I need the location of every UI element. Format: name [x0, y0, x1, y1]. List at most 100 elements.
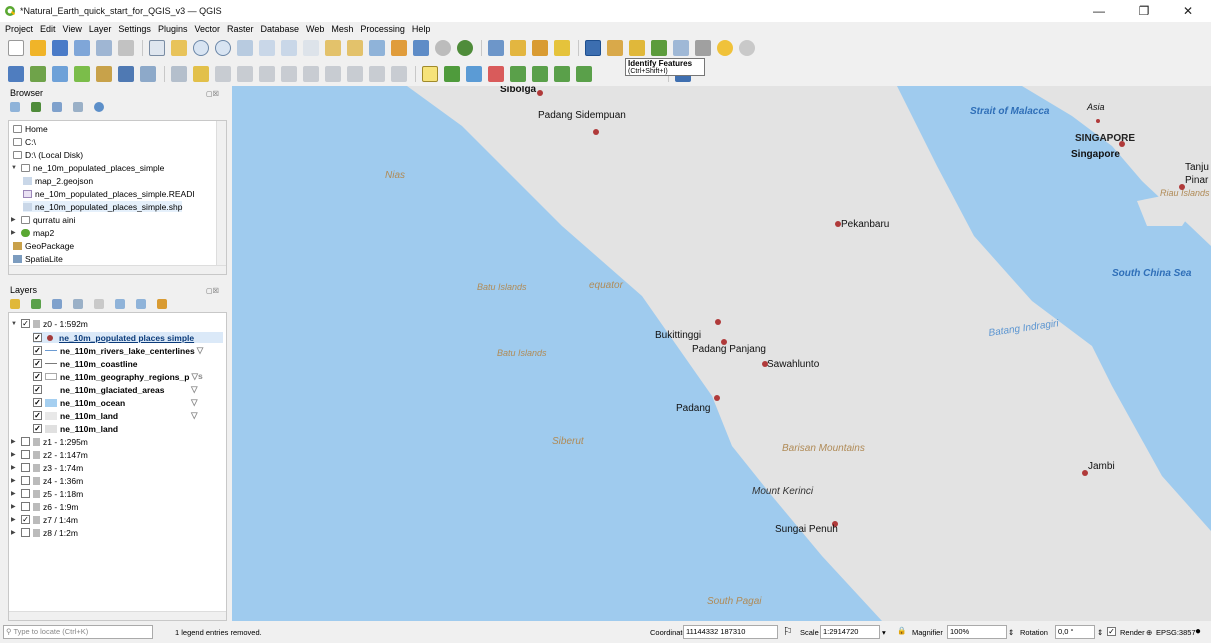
- add-vector-layer-icon[interactable]: [30, 66, 46, 82]
- menu-database[interactable]: Database: [261, 24, 300, 34]
- digitize-icon[interactable]: [237, 66, 253, 82]
- new-print-layout-icon[interactable]: [74, 40, 90, 56]
- menu-plugins[interactable]: Plugins: [158, 24, 188, 34]
- add-spatialite-icon[interactable]: [96, 66, 112, 82]
- delete-selected-icon[interactable]: [281, 66, 297, 82]
- collapsed-arrow-icon[interactable]: ▶: [11, 529, 19, 536]
- select-by-value-icon[interactable]: [510, 40, 526, 56]
- menu-mesh[interactable]: Mesh: [331, 24, 353, 34]
- zoom-tool-icon[interactable]: [739, 40, 755, 56]
- add-selected-layers-icon[interactable]: [10, 102, 20, 112]
- select-all-icon[interactable]: [554, 40, 570, 56]
- map-canvas[interactable]: Nias Batu Islands Batu Islands equator S…: [232, 86, 1211, 621]
- layer-group-z6[interactable]: ▶ z6 - 1:9m: [11, 501, 78, 512]
- layer-land-1[interactable]: ✓ ne_110m_land ▽: [33, 410, 198, 421]
- layer-ocean[interactable]: ✓ ne_110m_ocean ▽: [33, 397, 198, 408]
- browser-item-home[interactable]: Home: [13, 123, 48, 134]
- layer-checkbox[interactable]: ✓: [33, 424, 42, 433]
- layer-group-z3[interactable]: ▶ z3 - 1:74m: [11, 462, 83, 473]
- move-label-icon[interactable]: [532, 66, 548, 82]
- deselect-features-icon[interactable]: [532, 40, 548, 56]
- layer-checkbox[interactable]: ✓: [33, 398, 42, 407]
- vertex-tool-icon[interactable]: [259, 66, 275, 82]
- crs-label[interactable]: EPSG:3857: [1156, 628, 1196, 637]
- zoom-next-icon[interactable]: [347, 40, 363, 56]
- add-raster-layer-icon[interactable]: [74, 66, 90, 82]
- filter-by-expression-icon[interactable]: [94, 299, 104, 309]
- browser-horizontal-scrollbar[interactable]: [9, 265, 226, 274]
- browser-item-d-drive[interactable]: D:\ (Local Disk): [13, 149, 83, 160]
- remove-layer-icon[interactable]: [157, 299, 167, 309]
- messages-icon[interactable]: ●: [1195, 626, 1201, 637]
- menu-project[interactable]: Project: [5, 24, 33, 34]
- layer-checkbox[interactable]: ✓: [33, 372, 42, 381]
- collapsed-arrow-icon[interactable]: ▶: [11, 516, 19, 523]
- new-shapefile-icon[interactable]: [140, 66, 156, 82]
- show-layout-manager-icon[interactable]: [96, 40, 112, 56]
- menu-layer[interactable]: Layer: [89, 24, 112, 34]
- zoom-out-icon[interactable]: [215, 40, 231, 56]
- group-checkbox[interactable]: [21, 489, 30, 498]
- menu-view[interactable]: View: [63, 24, 82, 34]
- group-checkbox[interactable]: [21, 502, 30, 511]
- redo-icon[interactable]: [391, 66, 407, 82]
- group-checkbox[interactable]: [21, 476, 30, 485]
- menu-help[interactable]: Help: [412, 24, 431, 34]
- coordinate-field[interactable]: 11144332 187310: [683, 625, 778, 639]
- group-checkbox[interactable]: ✓: [21, 515, 30, 524]
- statistical-summary-icon[interactable]: [651, 40, 667, 56]
- city-sawahlunto[interactable]: Sawahlunto: [762, 359, 820, 370]
- browser-item-readme[interactable]: ne_10m_populated_places_simple.READI: [23, 188, 195, 199]
- layer-land-2[interactable]: ✓ ne_110m_land: [33, 423, 118, 434]
- data-source-manager-icon[interactable]: [8, 66, 24, 82]
- new-map-view-icon[interactable]: [369, 40, 385, 56]
- save-project-icon[interactable]: [52, 40, 68, 56]
- collapsed-arrow-icon[interactable]: ▶: [11, 490, 19, 497]
- toggle-editing-icon[interactable]: [193, 66, 209, 82]
- change-label-icon[interactable]: [576, 66, 592, 82]
- toggle-extents-icon[interactable]: ⚐: [783, 625, 793, 638]
- undo-icon[interactable]: [369, 66, 385, 82]
- render-checkbox[interactable]: ✓: [1107, 627, 1116, 636]
- current-edits-icon[interactable]: [171, 66, 187, 82]
- cut-features-icon[interactable]: [303, 66, 319, 82]
- collapsed-arrow-icon[interactable]: ▶: [11, 477, 19, 484]
- manage-map-themes-icon[interactable]: [52, 299, 62, 309]
- zoom-native-icon[interactable]: [303, 40, 319, 56]
- city-pekanbaru[interactable]: Pekanbaru: [835, 219, 889, 230]
- collapse-all-icon[interactable]: [73, 102, 83, 112]
- layer-group-z2[interactable]: ▶ z2 - 1:147m: [11, 449, 88, 460]
- open-project-icon[interactable]: [30, 40, 46, 56]
- locator-search-input[interactable]: ⚲ Type to locate (Ctrl+K): [3, 625, 153, 639]
- filter-browser-icon[interactable]: [52, 102, 62, 112]
- layer-group-z0[interactable]: ▼ ✓ z0 - 1:592m: [11, 318, 88, 329]
- browser-item-qurratu-aini[interactable]: ▶ qurratu aini: [11, 214, 76, 225]
- show-hide-labels-icon[interactable]: [510, 66, 526, 82]
- menu-vector[interactable]: Vector: [194, 24, 220, 34]
- new-project-icon[interactable]: [8, 40, 24, 56]
- add-wms-icon[interactable]: [118, 66, 134, 82]
- layer-glaciated-areas[interactable]: ✓ ne_110m_glaciated_areas ▽: [33, 384, 198, 395]
- browser-item-spatialite[interactable]: SpatiaLite: [13, 253, 63, 264]
- chevron-down-icon[interactable]: ▾: [882, 628, 886, 637]
- highlight-pinned-labels-icon[interactable]: [466, 66, 482, 82]
- layer-checkbox[interactable]: ✓: [33, 385, 42, 394]
- browser-item-map2[interactable]: ▶ map2: [11, 227, 54, 238]
- menu-web[interactable]: Web: [306, 24, 324, 34]
- map-tips-icon[interactable]: [695, 40, 711, 56]
- copy-features-icon[interactable]: [325, 66, 341, 82]
- scale-combo[interactable]: 1:2914720: [820, 625, 880, 639]
- browser-item-shp[interactable]: ne_10m_populated_places_simple.shp: [23, 201, 183, 212]
- measure-line-icon[interactable]: [673, 40, 689, 56]
- layer-group-z4[interactable]: ▶ z4 - 1:36m: [11, 475, 83, 486]
- layer-rivers[interactable]: ✓ ne_110m_rivers_lake_centerlines ▽: [33, 345, 203, 356]
- collapsed-arrow-icon[interactable]: ▶: [11, 229, 19, 236]
- minimize-button[interactable]: —: [1079, 0, 1119, 22]
- expanded-arrow-icon[interactable]: ▼: [11, 321, 19, 327]
- layers-horizontal-scrollbar[interactable]: [9, 611, 226, 620]
- menu-settings[interactable]: Settings: [118, 24, 151, 34]
- layer-geography-regions[interactable]: ✓ ne_110m_geography_regions_p ▽s: [33, 371, 203, 382]
- menu-processing[interactable]: Processing: [360, 24, 405, 34]
- browser-item-populated-places-folder[interactable]: ▼ ne_10m_populated_places_simple: [11, 162, 164, 173]
- globe-crs-icon[interactable]: ⊕: [1146, 628, 1152, 637]
